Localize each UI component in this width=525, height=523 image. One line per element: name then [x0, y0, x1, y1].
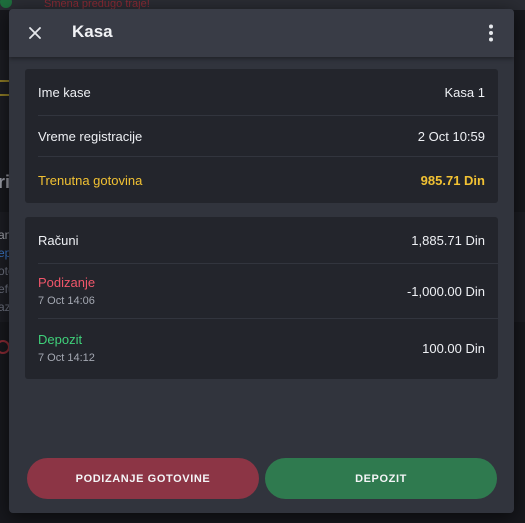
transactions-card: Računi 1,885.71 Din Podizanje 7 Oct 14:0… [25, 217, 498, 379]
current-cash-value: 985.71 Din [420, 172, 485, 188]
register-info-card: Ime kase Kasa 1 Vreme registracije 2 Oct… [25, 69, 498, 203]
current-cash-label: Trenutna gotovina [38, 172, 143, 188]
close-button[interactable] [23, 21, 47, 45]
current-cash-row: Trenutna gotovina 985.71 Din [25, 157, 498, 203]
deposit-button[interactable]: DEPOZIT [265, 458, 497, 499]
more-vert-icon [489, 24, 493, 42]
registration-time-row: Vreme registracije 2 Oct 10:59 [25, 116, 498, 156]
withdrawal-date: 7 Oct 14:06 [38, 295, 95, 307]
bills-label: Računi [38, 232, 79, 248]
withdrawal-value: -1,000.00 Din [406, 283, 485, 299]
registration-time-value: 2 Oct 10:59 [417, 128, 485, 144]
withdraw-cash-button[interactable]: PODIZANJE GOTOVINE [27, 458, 259, 499]
register-name-row: Ime kase Kasa 1 [25, 69, 498, 115]
register-name-label: Ime kase [38, 84, 91, 100]
kasa-dialog: Kasa Ime kase Kasa 1 Vreme registracije … [9, 9, 514, 513]
deposit-value: 100.00 Din [422, 340, 485, 356]
dialog-title: Kasa [72, 22, 113, 41]
withdrawal-row[interactable]: Podizanje 7 Oct 14:06 -1,000.00 Din [25, 264, 498, 318]
deposit-label: Depozit [38, 332, 83, 347]
dialog-header: Kasa [9, 9, 514, 57]
more-options-button[interactable] [479, 21, 503, 45]
bills-value: 1,885.71 Din [411, 232, 485, 248]
close-icon [29, 27, 41, 39]
withdrawal-label: Podizanje [38, 275, 96, 290]
registration-time-label: Vreme registracije [38, 128, 143, 144]
deposit-row[interactable]: Depozit 7 Oct 14:12 100.00 Din [25, 319, 498, 377]
register-name-value: Kasa 1 [444, 84, 485, 100]
deposit-date: 7 Oct 14:12 [38, 352, 95, 364]
bills-row: Računi 1,885.71 Din [25, 217, 498, 263]
